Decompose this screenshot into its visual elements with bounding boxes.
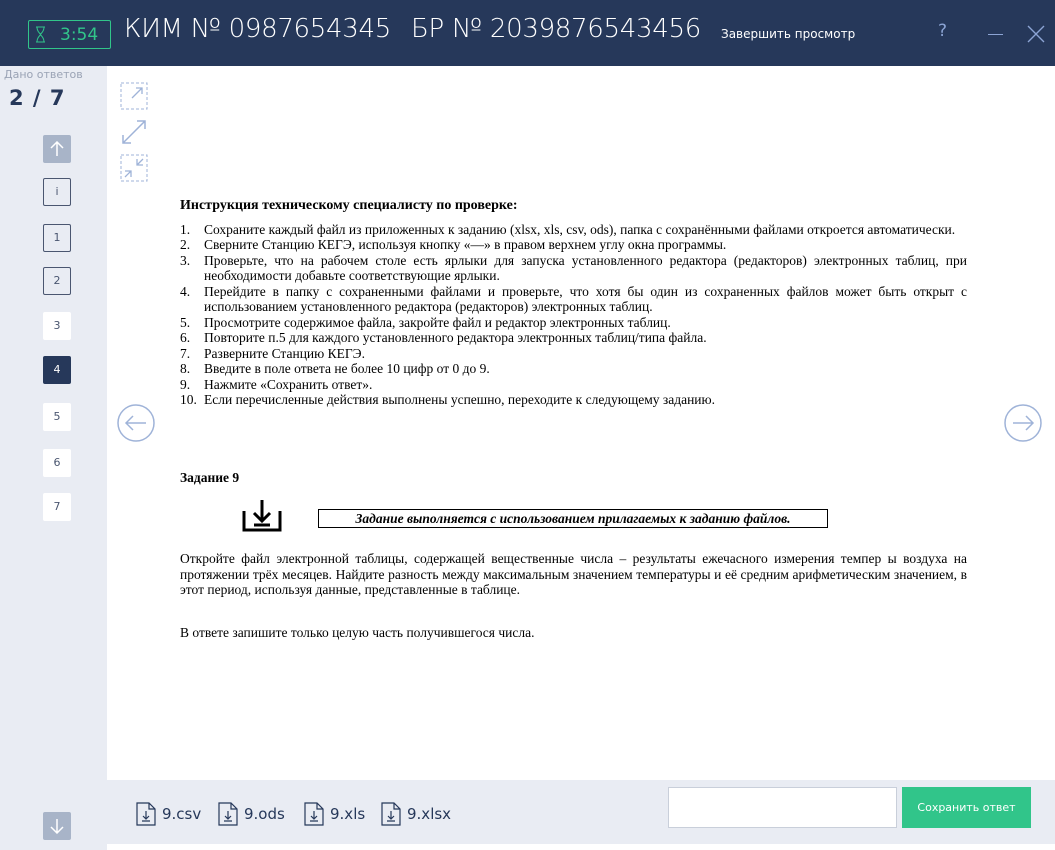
task-nav-info[interactable]: i — [43, 178, 71, 206]
file-download-icon — [381, 802, 401, 826]
save-answer-button[interactable]: Сохранить ответ — [902, 787, 1031, 828]
scroll-down-button[interactable] — [43, 812, 71, 840]
arrow-down-icon — [50, 819, 64, 834]
file-name: 9.xlsx — [407, 805, 452, 823]
task-title: Задание 9 — [180, 470, 240, 485]
instructions-list: 1. Сохраните каждый файл из приложенных к… — [180, 222, 967, 408]
help-button[interactable]: ? — [938, 21, 947, 41]
instruction-step: 7. Разверните Станцию КЕГЭ. — [180, 345, 365, 361]
task-nav-6[interactable]: 6 — [43, 449, 71, 477]
instruction-step: 5. Просмотрите содержимое файла, закройте… — [180, 314, 671, 330]
instruction-step: 3. Проверьте, что на рабочем столе есть я… — [180, 252, 967, 284]
instruction-step: 10. Если перечисленные действия выполнены… — [180, 392, 715, 407]
scroll-up-button[interactable] — [43, 135, 71, 163]
kim-number: КИМ № 0987654345 — [124, 14, 392, 44]
instructions: Инструкция техническому специалисту по п… — [180, 198, 967, 408]
hourglass-icon — [36, 26, 45, 43]
download-icon — [242, 500, 282, 532]
finish-review-button[interactable]: Завершить просмотр — [721, 27, 855, 41]
br-number: БР № 2039876543456 — [411, 14, 701, 44]
task-nav-5[interactable]: 5 — [43, 403, 71, 431]
instructions-title: Инструкция техническому специалисту по п… — [180, 198, 518, 213]
instruction-step: 2. Сверните Станцию КЕГЭ, используя кнопк… — [180, 237, 727, 252]
task-nav-7[interactable]: 7 — [43, 493, 71, 521]
page-title: КИМ № 0987654345 БР № 2039876543456 — [124, 14, 701, 44]
file-name: 9.ods — [244, 805, 285, 823]
task-content — [107, 66, 1055, 780]
title-bar: 3:54 КИМ № 0987654345 БР № 2039876543456 … — [0, 0, 1055, 66]
task-nav-3[interactable]: 3 — [43, 312, 71, 340]
task-text: Откройте файл электронной таблицы, содер… — [180, 551, 967, 597]
instruction-step: 1. Сохраните каждый файл из приложенных к… — [180, 221, 956, 237]
instruction-step: 4. Перейдите в папку с сохраненными файла… — [180, 283, 967, 315]
instruction-step: 6. Повторите п.5 для каждого установленно… — [180, 330, 707, 345]
file-link-ods[interactable]: 9.ods — [218, 802, 285, 826]
file-link-xls[interactable]: 9.xls — [304, 802, 365, 826]
answers-given-label: Дано ответов — [4, 68, 83, 81]
file-download-icon — [218, 802, 238, 826]
task-nav-2[interactable]: 2 — [43, 267, 71, 295]
file-link-xlsx[interactable]: 9.xlsx — [381, 802, 451, 826]
zoom-in-icon[interactable] — [120, 118, 148, 146]
answers-given-count: 2 / 7 — [9, 86, 66, 110]
answer-note: В ответе запишите только целую часть пол… — [180, 625, 535, 640]
previous-task-icon[interactable] — [116, 403, 156, 443]
file-download-icon — [304, 802, 324, 826]
timer: 3:54 — [28, 20, 111, 49]
arrow-up-icon — [50, 141, 64, 156]
fit-page-icon[interactable] — [120, 82, 148, 110]
file-download-icon — [136, 802, 156, 826]
file-link-csv[interactable]: 9.csv — [136, 802, 201, 826]
file-name: 9.csv — [162, 805, 202, 823]
instruction-step: 9. Нажмите «Сохранить ответ». — [180, 376, 373, 392]
answer-input[interactable] — [668, 787, 897, 828]
timer-value: 3:54 — [60, 25, 99, 45]
minimize-button[interactable] — [988, 34, 1003, 35]
zoom-out-icon[interactable] — [120, 154, 148, 182]
task-nav-4[interactable]: 4 — [43, 356, 71, 384]
instruction-step: 8. Введите в поле ответа не более 10 цифр… — [180, 361, 490, 376]
file-name: 9.xls — [330, 805, 366, 823]
task-note: Задание выполняется с использованием при… — [318, 509, 828, 528]
task-nav-1[interactable]: 1 — [43, 224, 71, 252]
close-icon[interactable] — [1027, 25, 1045, 43]
next-task-icon[interactable] — [1003, 403, 1043, 443]
